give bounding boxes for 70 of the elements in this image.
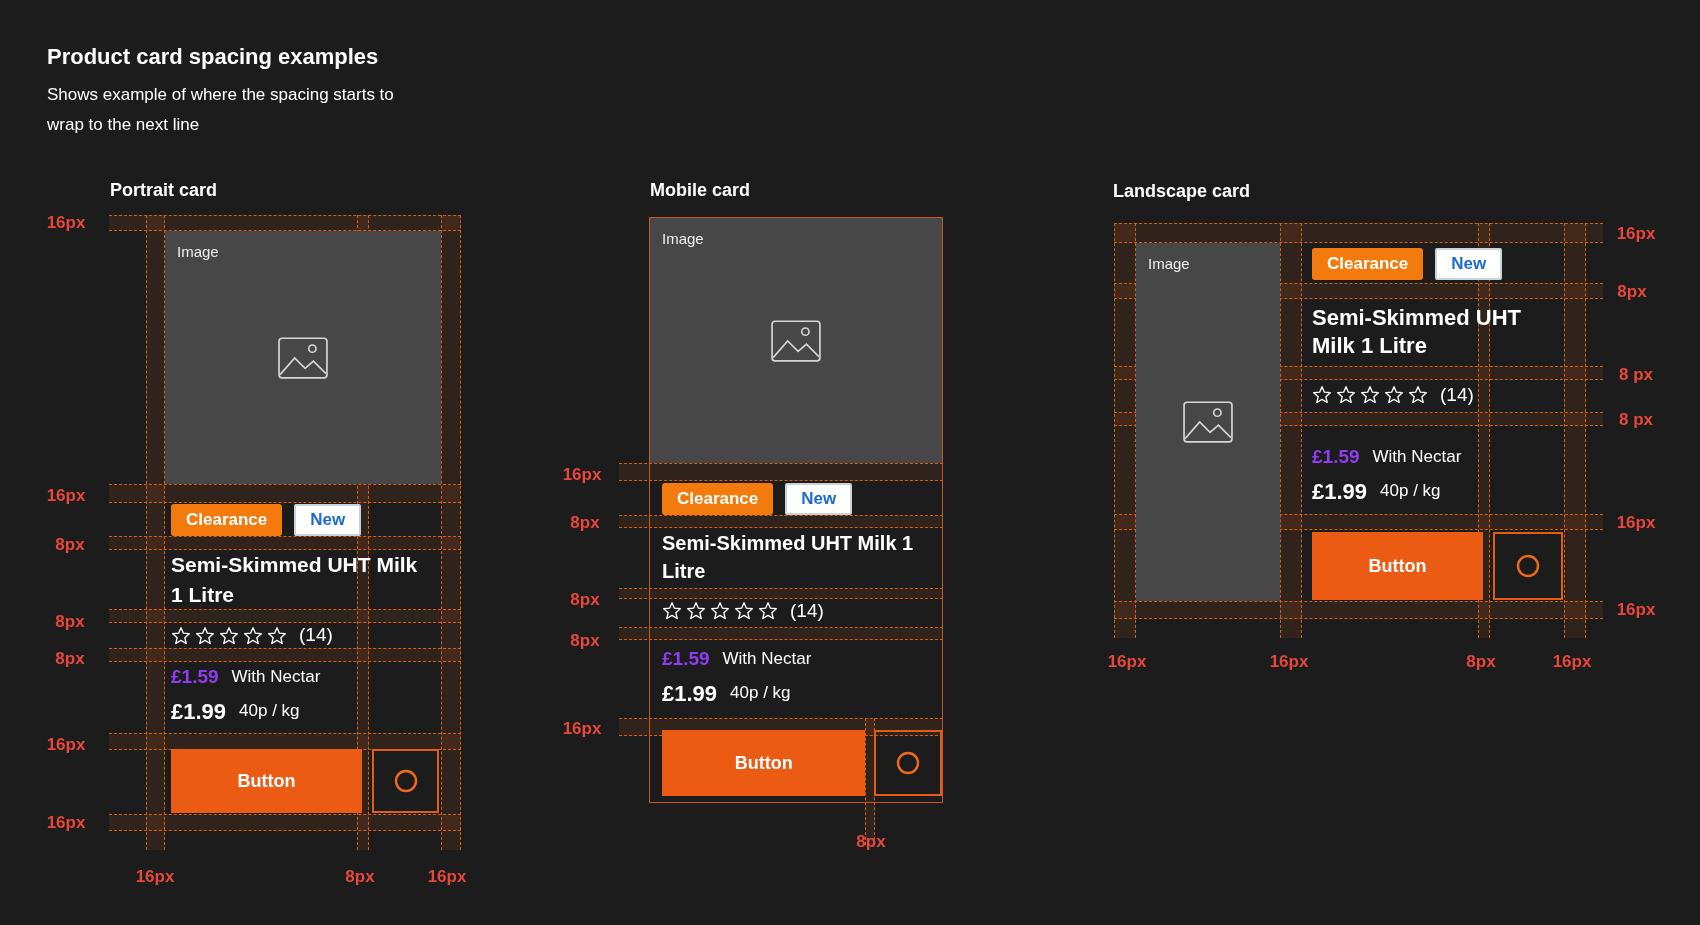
spacing-label: 8px [345, 866, 375, 889]
product-title: Semi-Skimmed UHT Milk 1 Litre [1312, 304, 1523, 360]
new-badge: New [294, 504, 362, 536]
nectar-label: With Nectar [722, 648, 812, 671]
clearance-badge: Clearance [171, 504, 283, 536]
unit-price: 40p / kg [730, 682, 791, 705]
spacing-label: 16px [562, 464, 602, 487]
spacing-label: 8 px [1619, 364, 1653, 387]
image-label: Image [662, 229, 704, 249]
nectar-label: With Nectar [1372, 446, 1462, 469]
nectar-price: £1.59 [171, 664, 219, 689]
spacing-label: 16px [46, 734, 86, 757]
spacing-label: 16px [1616, 599, 1656, 622]
spacing-label: 8px [55, 534, 85, 557]
spacing-label: 8px [1466, 651, 1496, 674]
spacing-label: 16px [562, 718, 602, 741]
review-count: (14) [1440, 382, 1474, 407]
card-type-heading: Portrait card [110, 179, 218, 202]
nectar-label: With Nectar [231, 666, 321, 689]
spacing-label: 16px [46, 485, 86, 508]
circle-icon [1516, 554, 1540, 578]
nectar-price: £1.59 [662, 646, 710, 671]
spacing-label: 8px [570, 589, 600, 612]
unit-price: 40p / kg [1380, 480, 1441, 503]
price: £1.99 [1312, 477, 1368, 506]
product-title: Semi-Skimmed UHT Milk 1 Litre [662, 531, 915, 584]
card-type-heading: Landscape card [1113, 180, 1251, 203]
circle-icon [393, 769, 418, 793]
new-badge: New [785, 483, 853, 515]
spacing-label: 8 px [1619, 409, 1653, 432]
spacing-label: 16px [1616, 512, 1656, 535]
price: £1.99 [171, 697, 227, 726]
page-description: Shows example of where the spacing starts to wrap to the next line [47, 84, 395, 136]
spacing-label: 8px [570, 630, 600, 653]
unit-price: 40p / kg [239, 700, 300, 723]
spacing-label: 16px [1552, 651, 1592, 674]
card-type-heading: Mobile card [650, 179, 751, 202]
icon-button[interactable] [1493, 532, 1563, 600]
spacing-label: 8px [856, 831, 886, 854]
new-badge: New [1435, 248, 1503, 280]
icon-button[interactable] [372, 749, 439, 813]
spacing-label: 16px [46, 212, 86, 235]
spacing-label: 16px [135, 866, 175, 889]
clearance-badge: Clearance [662, 483, 774, 515]
add-button[interactable]: Button [171, 749, 362, 813]
review-count: (14) [790, 598, 824, 623]
spacing-label: 8px [55, 611, 85, 634]
circle-icon [896, 751, 921, 775]
add-button[interactable]: Button [1312, 532, 1483, 600]
nectar-price: £1.59 [1312, 444, 1360, 469]
review-count: (14) [299, 623, 333, 648]
image-label: Image [1148, 254, 1190, 274]
spacing-label: 8px [55, 648, 85, 671]
spacing-label: 16px [1269, 651, 1309, 674]
icon-button[interactable] [874, 730, 942, 796]
image-label: Image [177, 242, 219, 262]
spacing-label: 16px [1107, 651, 1147, 674]
spacing-label: 8px [570, 512, 600, 535]
spacing-label: 8px [1617, 281, 1647, 304]
clearance-badge: Clearance [1312, 248, 1424, 280]
spacing-label: 16px [46, 812, 86, 835]
image-icon [278, 336, 328, 379]
spacing-label: 16px [1616, 223, 1656, 246]
image-icon [771, 319, 821, 362]
product-title: Semi-Skimmed UHT Milk 1 Litre [171, 552, 419, 608]
page-heading: Product card spacing examples [47, 43, 380, 71]
price: £1.99 [662, 679, 718, 708]
spacing-label: 16px [427, 866, 467, 889]
add-button[interactable]: Button [662, 730, 866, 796]
image-icon [1183, 401, 1233, 443]
